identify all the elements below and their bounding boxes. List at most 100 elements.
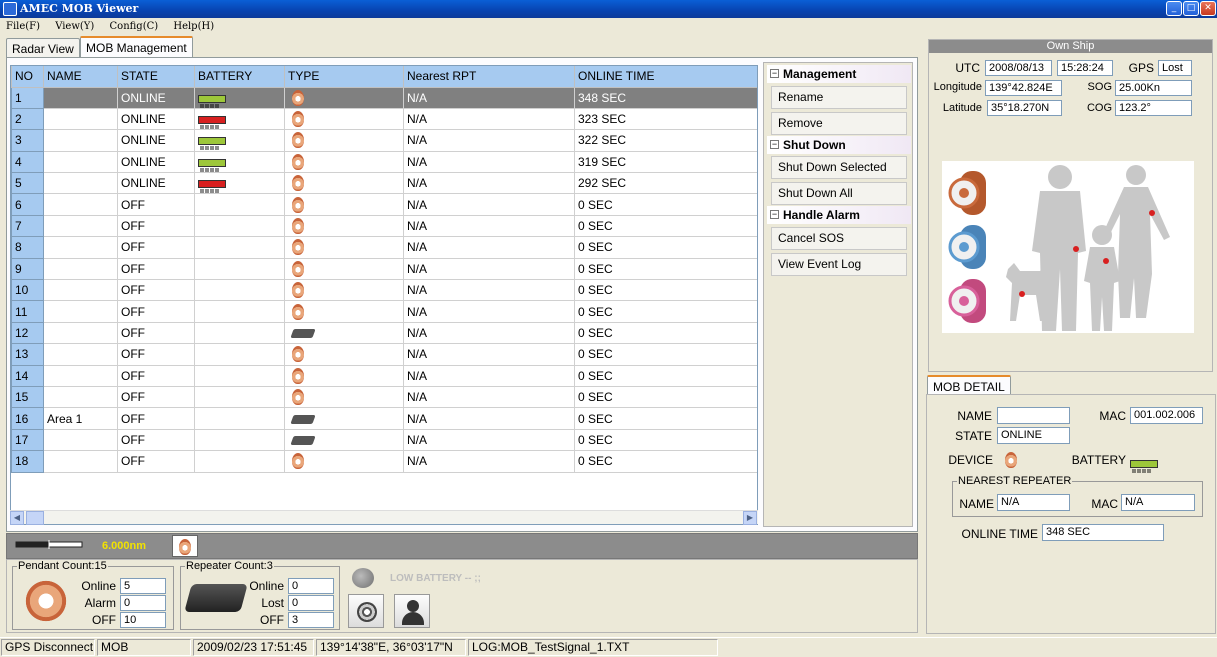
table-row[interactable]: 17 OFF N/A 0 SEC [11, 428, 757, 452]
col-battery[interactable]: BATTERY [194, 66, 285, 88]
scroll-left-icon[interactable]: ◀ [10, 511, 24, 525]
cell-no: 13 [11, 343, 44, 366]
collapse-icon[interactable]: − [770, 210, 779, 219]
cell-type [284, 428, 404, 452]
table-row[interactable]: 10 OFF N/A 0 SEC [11, 279, 757, 302]
cell-battery [194, 214, 285, 238]
table-row[interactable]: 12 OFF N/A 0 SEC [11, 321, 757, 345]
cell-rpt: N/A [403, 236, 575, 259]
utc-date-field: 2008/08/13 [985, 60, 1052, 76]
repeater-lost-label: Lost [261, 596, 284, 610]
device-toggle-button[interactable] [172, 535, 198, 557]
scroll-right-icon[interactable]: ▶ [743, 511, 757, 525]
cell-state: OFF [117, 407, 195, 430]
table-row[interactable]: 3 ONLINE N/A 322 SEC [11, 129, 757, 152]
shutdown-all-button[interactable]: Shut Down All [771, 182, 907, 205]
cell-name [43, 172, 118, 195]
table-row[interactable]: 1 ONLINE N/A 348 SEC [11, 86, 757, 109]
detail-name-field[interactable] [997, 407, 1070, 424]
table-row[interactable]: 8 OFF N/A 0 SEC [11, 236, 757, 259]
col-no[interactable]: NO [11, 66, 44, 88]
cell-type [284, 279, 404, 302]
horizontal-scrollbar[interactable]: ◀ ▶ [10, 510, 758, 525]
window-title: AMEC MOB Viewer [20, 2, 139, 15]
view-event-log-button[interactable]: View Event Log [771, 253, 907, 276]
cell-battery [194, 428, 285, 452]
table-row[interactable]: 16 Area 1 OFF N/A 0 SEC [11, 407, 757, 430]
sound-button[interactable] [348, 594, 384, 628]
online-time-label: ONLINE TIME [961, 527, 1038, 541]
group-management[interactable]: − Management [767, 65, 911, 83]
cell-no: 11 [11, 300, 44, 323]
cell-type [284, 450, 404, 473]
cell-name [43, 279, 118, 302]
shutdown-selected-button[interactable]: Shut Down Selected [771, 156, 907, 179]
cell-name [43, 150, 118, 174]
table-row[interactable]: 2 ONLINE N/A 323 SEC [11, 107, 757, 131]
table-row[interactable]: 5 ONLINE N/A 292 SEC [11, 172, 757, 195]
maximize-icon[interactable]: □ [1183, 1, 1199, 16]
cell-state: OFF [117, 193, 195, 216]
rename-button[interactable]: Rename [771, 86, 907, 109]
cell-type [284, 129, 404, 152]
tab-mob-detail[interactable]: MOB DETAIL [927, 375, 1011, 396]
table-row[interactable]: 7 OFF N/A 0 SEC [11, 214, 757, 238]
sog-field: 25.00Kn [1115, 80, 1192, 96]
repeater-off-field: 3 [288, 612, 334, 628]
cell-rpt: N/A [403, 343, 575, 366]
detail-battery-label: BATTERY [1071, 453, 1126, 467]
table-row[interactable]: 6 OFF N/A 0 SEC [11, 193, 757, 216]
remove-button[interactable]: Remove [771, 112, 907, 135]
battery-full-icon [198, 137, 226, 151]
range-label: 6.000nm [102, 540, 147, 552]
minimize-icon[interactable]: _ [1166, 1, 1182, 16]
cell-battery [194, 172, 285, 195]
utc-label: UTC [955, 61, 980, 75]
longitude-label: Longitude [933, 81, 982, 93]
cell-time: 0 SEC [574, 321, 757, 345]
pendant-icon [292, 453, 304, 470]
cell-rpt: N/A [403, 407, 575, 430]
cell-state: OFF [117, 321, 195, 345]
group-shutdown[interactable]: − Shut Down [767, 136, 911, 154]
collapse-icon[interactable]: − [770, 140, 779, 149]
cell-type [284, 343, 404, 366]
cell-no: 9 [11, 257, 44, 281]
table-row[interactable]: 11 OFF N/A 0 SEC [11, 300, 757, 323]
collapse-icon[interactable]: − [770, 69, 779, 78]
table-row[interactable]: 9 OFF N/A 0 SEC [11, 257, 757, 281]
cell-type [284, 150, 404, 174]
scroll-thumb[interactable] [26, 511, 44, 525]
pendant-alarm-label: Alarm [84, 596, 116, 610]
mob-table[interactable]: NO NAME STATE BATTERY TYPE Nearest RPT O… [10, 65, 758, 525]
own-ship-title: Own Ship [929, 40, 1212, 53]
table-row[interactable]: 18 OFF N/A 0 SEC [11, 450, 757, 473]
table-row[interactable]: 15 OFF N/A 0 SEC [11, 385, 757, 409]
table-row[interactable]: 14 OFF N/A 0 SEC [11, 364, 757, 387]
menu-config[interactable]: Config(C) [104, 18, 165, 35]
cell-state: ONLINE [117, 150, 195, 174]
cell-rpt: N/A [403, 172, 575, 195]
cell-name [43, 385, 118, 409]
person-button[interactable] [394, 594, 430, 628]
menu-help[interactable]: Help(H) [167, 18, 220, 35]
col-type[interactable]: TYPE [284, 66, 404, 88]
battery-full-icon [198, 94, 226, 108]
menu-view[interactable]: View(Y) [49, 18, 100, 35]
table-row[interactable]: 4 ONLINE N/A 319 SEC [11, 150, 757, 174]
col-name[interactable]: NAME [43, 66, 118, 88]
cell-type [284, 193, 404, 216]
pendant-icon [292, 367, 304, 384]
group-handle-alarm[interactable]: − Handle Alarm [767, 206, 911, 224]
close-icon[interactable]: ✕ [1200, 1, 1216, 16]
cell-no: 2 [11, 107, 44, 131]
table-row[interactable]: 13 OFF N/A 0 SEC [11, 343, 757, 366]
cancel-sos-button[interactable]: Cancel SOS [771, 227, 907, 250]
col-nearest-rpt[interactable]: Nearest RPT [403, 66, 575, 88]
col-state[interactable]: STATE [117, 66, 195, 88]
battery-low-icon [198, 115, 226, 129]
menu-file[interactable]: File(F) [0, 18, 46, 35]
col-online-time[interactable]: ONLINE TIME [574, 66, 757, 88]
cell-battery [194, 86, 285, 109]
person-icon [407, 600, 419, 612]
